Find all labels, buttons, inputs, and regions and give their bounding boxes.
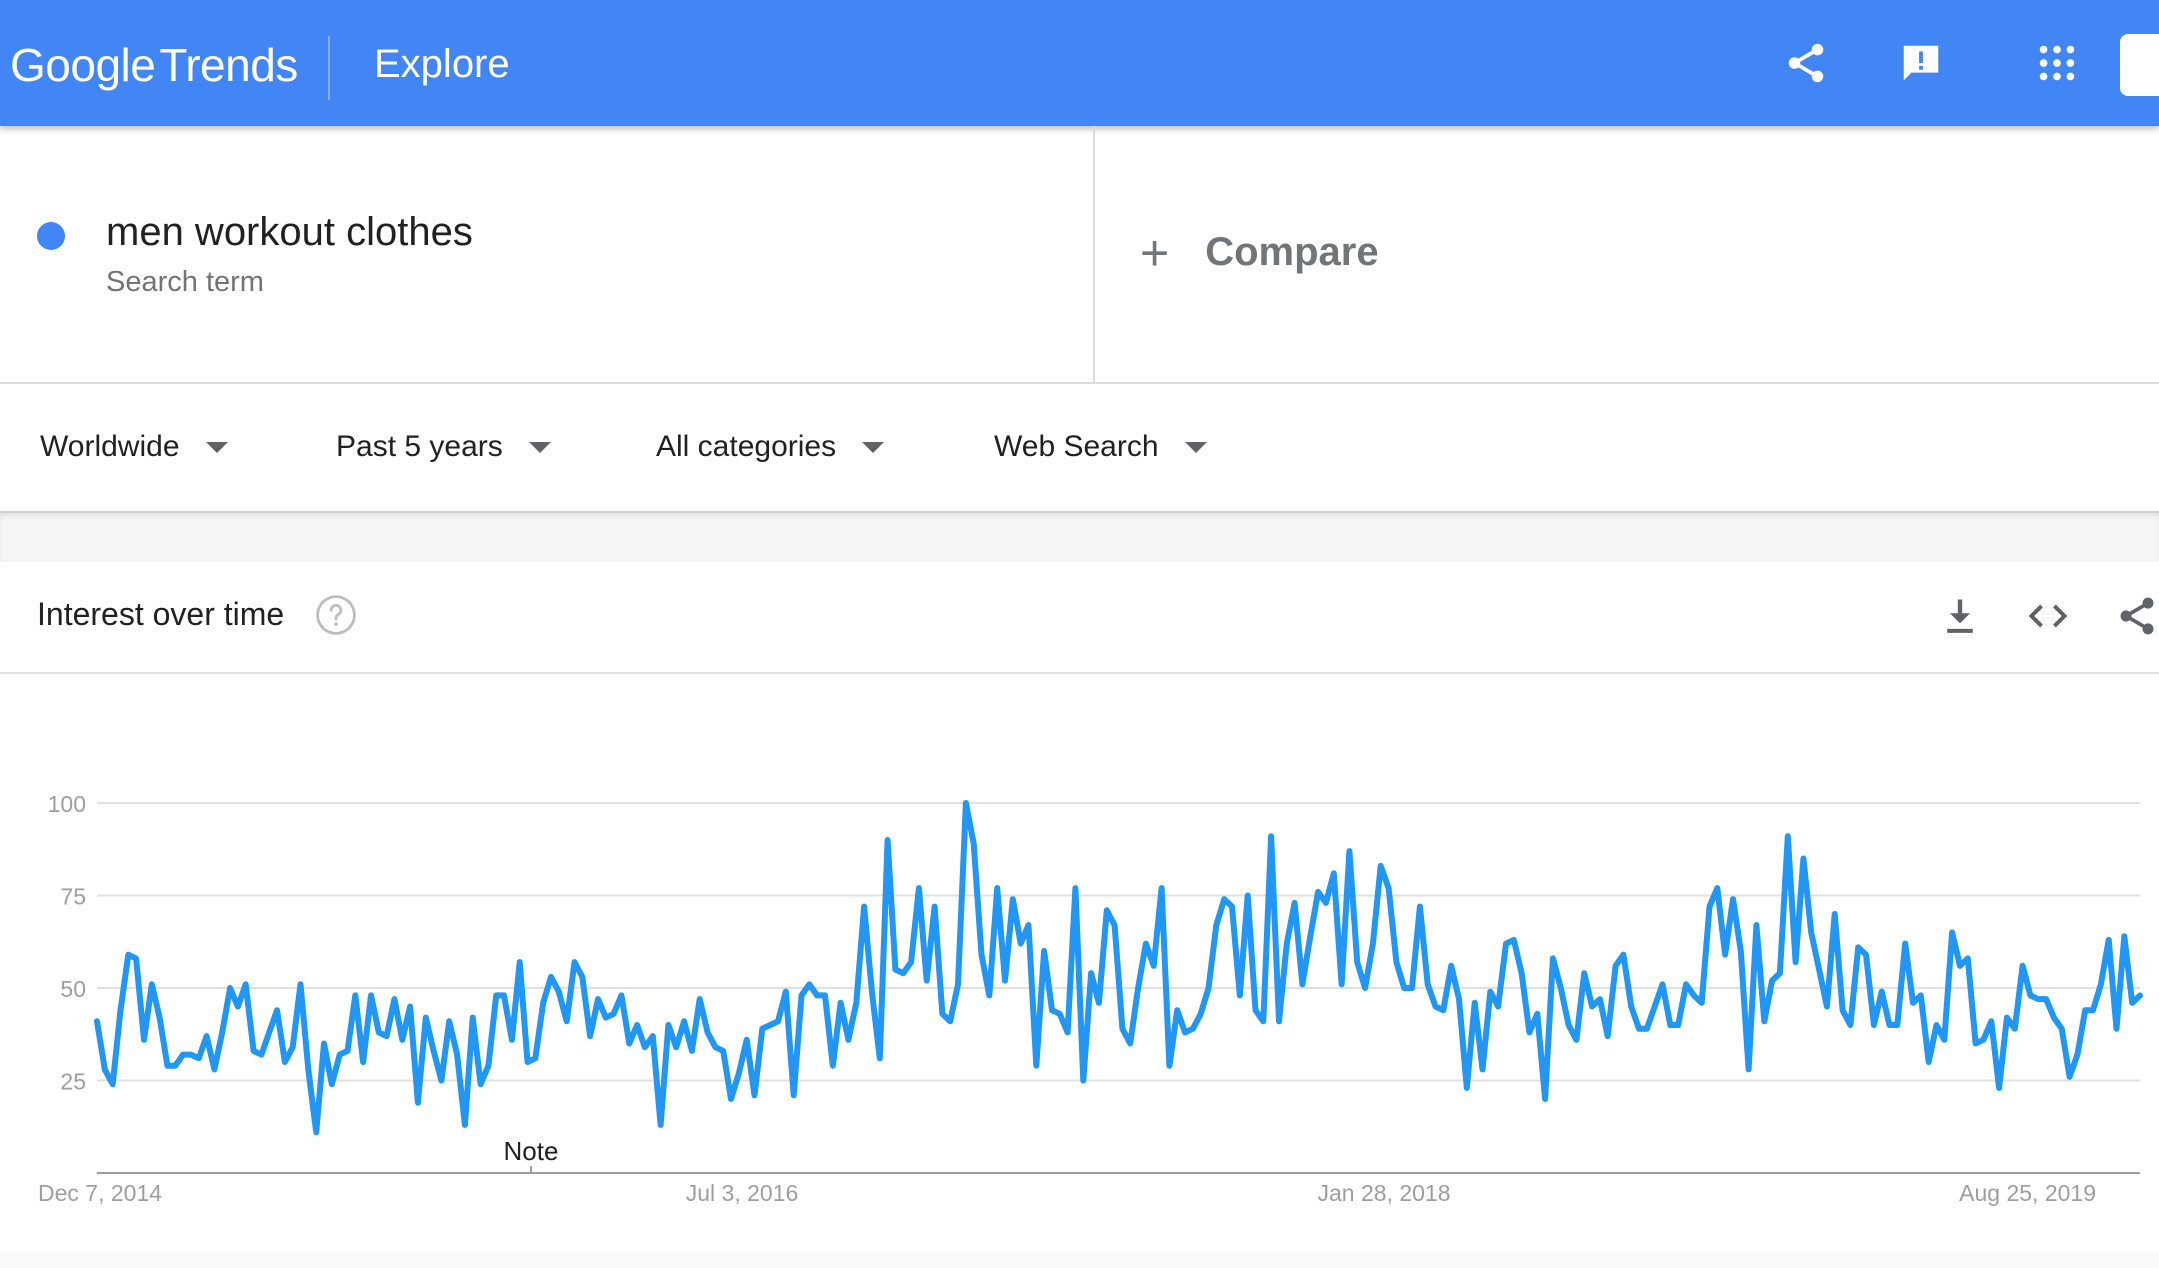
y-tick-label: 50 [60, 976, 86, 1002]
x-tick-label: Jul 3, 2016 [686, 1180, 799, 1206]
search-term-type: Search term [106, 266, 264, 298]
region-filter-label: Worldwide [40, 430, 180, 463]
account-button[interactable] [2120, 34, 2159, 96]
compare-label: Compare [1205, 230, 1379, 274]
x-tick-label: Jan 28, 2018 [1317, 1180, 1450, 1206]
search-term-panel[interactable] [0, 126, 1093, 384]
time-filter-label: Past 5 years [336, 430, 503, 463]
dropdown-arrow-icon [205, 441, 228, 453]
page-title: Explore [374, 42, 510, 86]
share-icon[interactable] [1783, 40, 1829, 86]
dropdown-arrow-icon [862, 441, 885, 453]
note-annotation[interactable]: Note [504, 1136, 559, 1166]
compare-button[interactable]: + Compare [1140, 224, 1379, 281]
category-filter-dropdown[interactable]: All categories [656, 430, 885, 464]
dropdown-arrow-icon [1184, 441, 1207, 453]
panel-divider [1093, 126, 1095, 384]
region-filter-dropdown[interactable]: Worldwide [40, 430, 228, 464]
search-type-filter-dropdown[interactable]: Web Search [994, 430, 1207, 464]
google-trends-logo[interactable]: GoogleTrends [10, 38, 298, 92]
search-type-filter-label: Web Search [994, 430, 1159, 463]
download-icon[interactable] [1938, 594, 1982, 638]
x-tick-label: Dec 7, 2014 [38, 1180, 162, 1206]
category-filter-label: All categories [656, 430, 837, 463]
y-tick-label: 25 [60, 1069, 86, 1095]
section-separator-band [0, 511, 2159, 562]
interest-over-time-chart[interactable]: 25 50 75 100 Dec 7, 2014 Jul 3, 2016 Jan 28, … [0, 674, 2159, 1252]
time-filter-dropdown[interactable]: Past 5 years [336, 430, 551, 464]
term-color-dot [37, 222, 65, 250]
card-title: Interest over time [37, 596, 285, 632]
top-app-bar: GoogleTrends Explore [0, 0, 2159, 126]
logo-google-text: Google [10, 39, 156, 91]
feedback-icon[interactable] [1898, 40, 1944, 86]
y-tick-label: 100 [48, 791, 86, 817]
help-icon[interactable] [315, 594, 357, 636]
embed-icon[interactable] [2026, 594, 2070, 638]
search-term-name[interactable]: men workout clothes [106, 210, 473, 255]
section-divider [0, 382, 2159, 384]
header-divider [328, 36, 330, 100]
plus-icon: + [1140, 224, 1170, 281]
apps-grid-icon[interactable] [2034, 40, 2080, 86]
series-line [94, 800, 2143, 1136]
share-icon[interactable] [2115, 594, 2159, 638]
logo-trends-text: Trends [159, 39, 298, 91]
x-tick-label: Aug 25, 2019 [1959, 1180, 2096, 1206]
card-bottom-edge [0, 1252, 2159, 1268]
dropdown-arrow-icon [528, 441, 551, 453]
y-tick-label: 75 [60, 884, 86, 910]
